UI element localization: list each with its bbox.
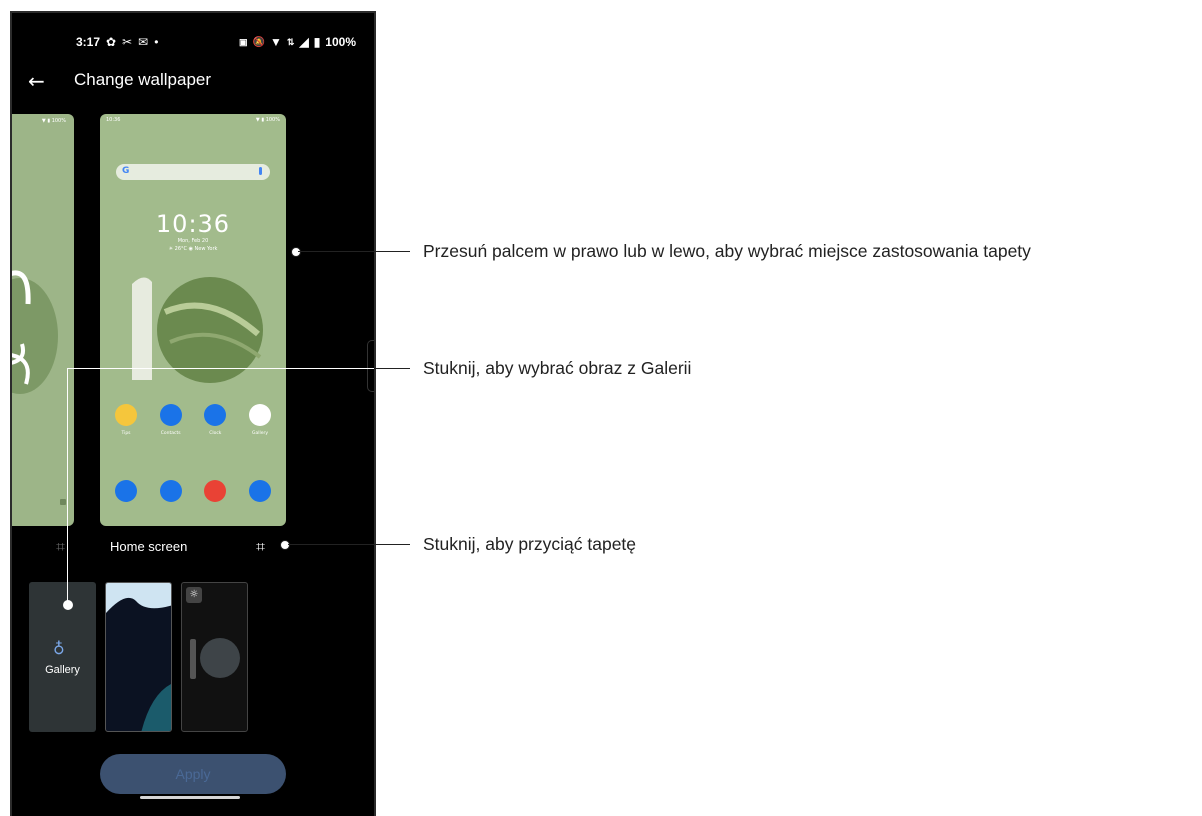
- callout-line: [298, 251, 410, 252]
- app-phone: [114, 480, 138, 502]
- preview-caption: Home screen: [110, 539, 188, 554]
- preview-status-bar: 10:36 ▼ ▮ 100%: [106, 117, 280, 123]
- app-row-1: Tips Contacts Clock Gallery: [114, 404, 272, 436]
- live-wallpaper-icon: ☼: [186, 587, 202, 603]
- app-label: Contacts: [160, 431, 181, 436]
- callout-dot: [291, 247, 301, 257]
- clock-icon: [204, 404, 227, 426]
- callout-swipe: Przesuń palcem w prawo lub w lewo, aby w…: [423, 241, 1031, 261]
- app-label: Gallery: [251, 431, 268, 436]
- leaf-graphic: [132, 277, 263, 383]
- wallpaper-thumbnail-blue[interactable]: [105, 582, 172, 732]
- callout-gallery: Stuknij, aby wybrać obraz z Galerii: [423, 358, 692, 378]
- gallery-label: Gallery: [45, 664, 80, 676]
- settings-gear-icon: ✿: [106, 35, 117, 49]
- app-bar: ← Change wallpaper: [12, 69, 374, 99]
- mail-icon: ✉: [138, 35, 149, 49]
- preview-status-time: 10:36: [106, 117, 121, 123]
- edge-handle[interactable]: [367, 340, 374, 392]
- status-time: 3:17: [76, 35, 101, 49]
- callout-line-vertical: [67, 368, 68, 603]
- phone-screen: 3:17 ✿ ✂ ✉ • ▣ 🔕 ▼ ⇅ ◢ ▮ 100% ← Change w…: [10, 11, 376, 816]
- app-row-2: [114, 480, 272, 502]
- app-tips: Tips: [114, 404, 138, 436]
- crop-icon[interactable]: ⌗: [256, 537, 265, 557]
- phone-icon: [115, 480, 137, 502]
- battery-percent: 100%: [325, 35, 356, 49]
- wallpaper-art: [190, 638, 240, 679]
- mute-icon: 🔕: [252, 36, 266, 48]
- apply-button[interactable]: Apply: [100, 754, 286, 794]
- app-label: Clock: [209, 431, 222, 436]
- leaf-graphic: [12, 270, 58, 394]
- camera-shortcut-icon: [60, 499, 66, 505]
- dot-icon: •: [154, 35, 159, 49]
- wifi-icon: ▼: [270, 35, 282, 49]
- status-bar: 3:17 ✿ ✂ ✉ • ▣ 🔕 ▼ ⇅ ◢ ▮ 100%: [76, 33, 356, 51]
- nfc-icon: ▣: [239, 36, 248, 47]
- tips-icon: [115, 404, 137, 426]
- gallery-app-icon: [248, 404, 271, 426]
- preview-date: Mon, Feb 20: [177, 238, 209, 244]
- callout-crop: Stuknij, aby przyciąć tapetę: [423, 534, 637, 554]
- callout-line: [288, 544, 410, 545]
- signal-icon: ◢: [299, 35, 309, 49]
- balloon-icon: ♁: [53, 639, 65, 658]
- armoury-icon: [204, 480, 227, 502]
- wallpaper-art: [106, 583, 171, 731]
- app-gallery: Gallery: [248, 404, 272, 436]
- wallpaper-thumbnail-live[interactable]: ☼: [181, 582, 248, 732]
- arrow-left-icon[interactable]: ←: [28, 69, 45, 93]
- callout-line: [374, 368, 410, 369]
- page-title: Change wallpaper: [74, 70, 212, 89]
- callout-dot: [280, 540, 290, 550]
- preview-search-bar: G: [116, 164, 270, 180]
- preview-clock: 10:36: [155, 210, 231, 238]
- google-logo: G: [122, 166, 130, 176]
- tools-icon: ✂: [122, 35, 133, 49]
- camera-icon: [248, 480, 271, 502]
- app-armoury: [203, 480, 227, 502]
- lock-screen-preview[interactable]: ▼ ▮ 100%: [12, 114, 74, 526]
- home-screen-preview[interactable]: 10:36 ▼ ▮ 100% G 10:36 Mon, Feb 20 ☀ 26°…: [100, 114, 286, 526]
- battery-icon: ▮: [313, 35, 321, 49]
- app-clock: Clock: [203, 404, 227, 436]
- app-contacts: Contacts: [159, 404, 183, 436]
- crop-icon-disabled: ⌗: [56, 537, 66, 556]
- contacts-icon: [159, 404, 182, 426]
- app-files: [159, 480, 183, 502]
- mic-icon: [259, 167, 262, 175]
- callout-dot: [63, 600, 73, 610]
- app-label: Tips: [121, 431, 131, 436]
- preview-status-icons: ▼ ▮ 100%: [255, 117, 280, 123]
- files-icon: [159, 480, 182, 502]
- preview-weather: ☀ 26°C ◉ New York: [168, 246, 218, 252]
- app-camera: [248, 480, 272, 502]
- callout-line-inner: [68, 368, 410, 369]
- data-icon: ⇅: [286, 36, 295, 47]
- home-indicator[interactable]: [140, 796, 240, 799]
